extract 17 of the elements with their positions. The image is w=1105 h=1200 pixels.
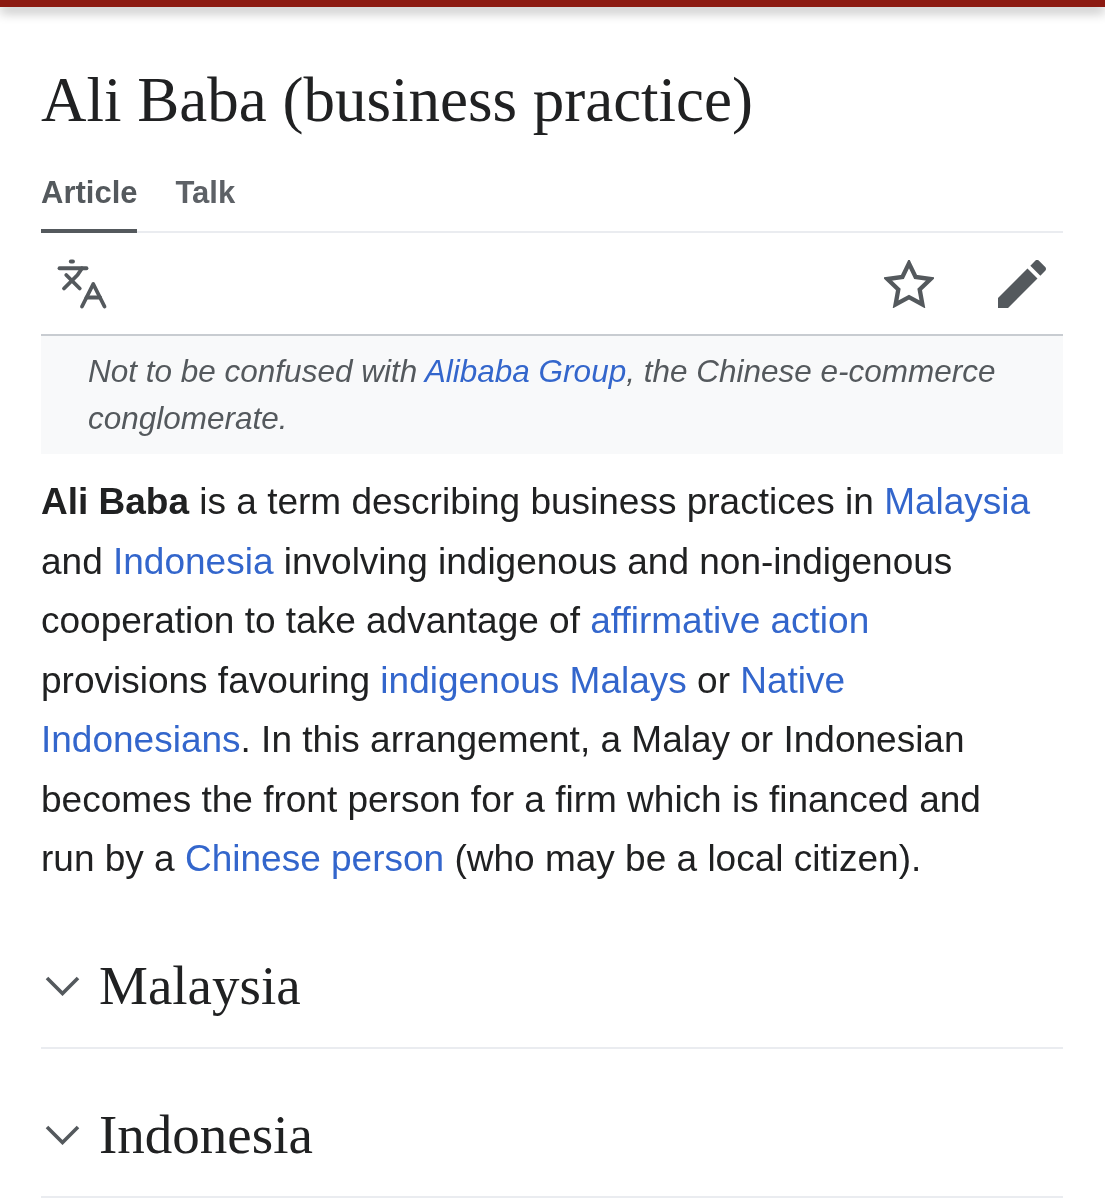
hatnote-text: Not to be confused with Alibaba Group, the Chinese e-commerce conglomerate. — [88, 352, 997, 438]
section-heading[interactable]: Malaysia — [41, 899, 1063, 1049]
link[interactable]: Indonesians — [41, 719, 241, 760]
link[interactable]: Malaysia — [884, 481, 1031, 522]
link[interactable]: Chinese person — [185, 838, 445, 879]
link[interactable]: Indonesia — [113, 540, 274, 582]
link[interactable]: indigenous Malays — [380, 659, 687, 701]
pencil-icon[interactable] — [998, 259, 1046, 308]
tab[interactable]: Talk — [175, 160, 236, 233]
article-paragraph: Ali Baba is a term describing business practices in Malaysia and Indonesia involving indigenous and non-indigenous cooperation to take advantage of affirmative action provisions favouring indigenous Malays or Native Indonesians. In this arrangement, a Malay or Indonesian becomes the front person for a firm which is financed and run by a Chinese person (who may be a local citizen). — [41, 480, 1032, 881]
link[interactable]: affirmative action — [590, 600, 870, 641]
tab[interactable]: Article — [41, 160, 138, 233]
link[interactable]: Native — [740, 659, 846, 701]
page-title: Ali Baba (business practice) — [41, 64, 754, 137]
link[interactable]: Alibaba Group — [424, 353, 627, 389]
star-icon[interactable] — [884, 259, 934, 308]
section-heading[interactable]: Indonesia — [41, 1048, 1063, 1198]
